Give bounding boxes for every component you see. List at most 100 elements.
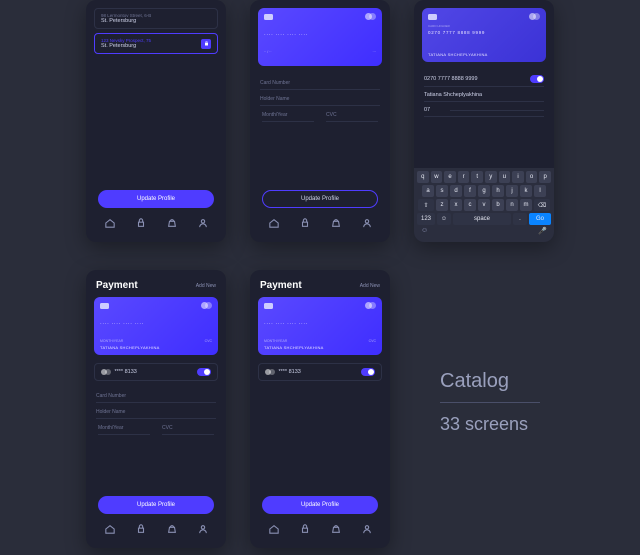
bag-icon[interactable] [331, 524, 341, 534]
key[interactable]: u [499, 171, 511, 183]
home-icon[interactable] [105, 218, 115, 228]
update-profile-button[interactable]: Update Profile [98, 190, 214, 208]
bag-icon[interactable] [331, 218, 341, 228]
add-new-button[interactable]: Add New [360, 283, 380, 289]
saved-card-last4: **** 8133 [279, 369, 301, 375]
save-card-toggle[interactable] [530, 75, 544, 83]
saved-card-toggle[interactable] [361, 368, 375, 376]
key[interactable]: e [444, 171, 456, 183]
user-icon[interactable] [198, 218, 208, 228]
bag-icon[interactable] [167, 218, 177, 228]
key[interactable]: s [436, 185, 448, 197]
delete-address-button[interactable] [201, 39, 211, 49]
shift-key[interactable]: ⇧ [418, 199, 434, 211]
address-row[interactable]: 98 Lermontov Street, 6-B St. Petersburg [94, 8, 218, 29]
key[interactable]: k [520, 185, 532, 197]
key[interactable]: n [506, 199, 518, 211]
holder-name-input[interactable]: Holder Name [96, 403, 216, 419]
keyboard-row: a s d f g h j k l [417, 185, 551, 197]
key[interactable]: x [450, 199, 462, 211]
space-key[interactable]: space [453, 213, 511, 225]
key[interactable]: d [450, 185, 462, 197]
credit-card-preview: ···· ···· ···· ···· ·· / ····· [258, 8, 382, 66]
address-text: 123 Nevsky Prospect, 75 St. Petersburg [101, 38, 201, 49]
user-icon[interactable] [362, 218, 372, 228]
card-number-input[interactable]: Card Number [260, 74, 380, 90]
backspace-key[interactable]: ⌫ [534, 199, 550, 211]
card-holder-name: TATIANA SHCHEPLYAKHINA [100, 345, 212, 350]
key[interactable]: t [471, 171, 483, 183]
key[interactable]: h [492, 185, 504, 197]
keyboard-footer: ☺ 🎤 [417, 225, 551, 239]
screens-count-label: 33 screens [440, 414, 528, 435]
emoji-picker-icon[interactable]: ☺ [421, 227, 428, 235]
bottom-nav [94, 214, 218, 234]
card-holder-label: CARD HOLDER [428, 24, 450, 28]
key[interactable]: b [492, 199, 504, 211]
numbers-key[interactable]: 123 [417, 213, 435, 225]
card-labels: ·· / ····· [264, 50, 376, 54]
bag-icon[interactable] [167, 524, 177, 534]
holder-name-field[interactable]: Tatiana Shcheplyakhina [424, 87, 544, 102]
address-row-selected[interactable]: 123 Nevsky Prospect, 75 St. Petersburg [94, 33, 218, 54]
key[interactable]: g [478, 185, 490, 197]
emoji-key[interactable]: ☺ [437, 213, 451, 225]
update-profile-button[interactable]: Update Profile [98, 496, 214, 514]
cvc-input[interactable]: CVC [162, 419, 214, 435]
add-new-button[interactable]: Add New [196, 283, 216, 289]
key[interactable]: v [478, 199, 490, 211]
keyboard-row: ⇧ z x c v b n m ⌫ [417, 199, 551, 211]
lock-icon[interactable] [300, 218, 310, 228]
key[interactable]: l [534, 185, 546, 197]
mastercard-icon [101, 369, 111, 375]
card-number: 0270 7777 8888 9999 [428, 30, 540, 35]
exp-fields[interactable]: 07 [424, 102, 544, 117]
key[interactable]: p [539, 171, 551, 183]
update-profile-button[interactable]: Update Profile [262, 190, 378, 208]
screen-address: 98 Lermontov Street, 6-B St. Petersburg … [86, 0, 226, 242]
screen-card-form-empty: ···· ···· ···· ···· ·· / ····· Card Numb… [250, 0, 390, 242]
card-holder-name: TATIANA SHCHEPLYAKHINA [428, 52, 540, 57]
dot-key[interactable]: . [513, 213, 527, 225]
holder-name-input[interactable]: Holder Name [260, 90, 380, 106]
key[interactable]: r [458, 171, 470, 183]
month-year-input[interactable]: Month/Year [262, 106, 314, 122]
card-number-masked: ···· ···· ···· ···· [264, 321, 376, 327]
month-year-input[interactable]: Month/Year [98, 419, 150, 435]
key[interactable]: i [512, 171, 524, 183]
key[interactable]: y [485, 171, 497, 183]
keyboard: q w e r t y u i o p a s d f g h j k l ⇧ … [414, 168, 554, 242]
card-number-input[interactable]: Card Number [96, 387, 216, 403]
card-number-masked: ···· ···· ···· ···· [100, 321, 212, 327]
key[interactable]: f [464, 185, 476, 197]
go-key[interactable]: Go [529, 213, 551, 225]
card-number-field[interactable]: 0270 7777 8888 9999 [424, 70, 544, 87]
lock-icon[interactable] [300, 524, 310, 534]
user-icon[interactable] [198, 524, 208, 534]
saved-card-toggle[interactable] [197, 368, 211, 376]
lock-icon[interactable] [136, 524, 146, 534]
saved-card-row[interactable]: **** 8133 [258, 363, 382, 381]
update-profile-button[interactable]: Update Profile [262, 496, 378, 514]
home-icon[interactable] [269, 524, 279, 534]
key[interactable]: o [526, 171, 538, 183]
bottom-nav [258, 520, 382, 540]
chip-icon [264, 14, 273, 20]
saved-card-row[interactable]: **** 8133 [94, 363, 218, 381]
home-icon[interactable] [105, 524, 115, 534]
user-icon[interactable] [362, 524, 372, 534]
bottom-nav [94, 520, 218, 540]
key[interactable]: q [417, 171, 429, 183]
key[interactable]: z [436, 199, 448, 211]
screen-card-keyboard: CARD HOLDER 0270 7777 8888 9999 TATIANA … [414, 0, 554, 242]
mic-icon[interactable]: 🎤 [538, 227, 547, 235]
key[interactable]: m [520, 199, 532, 211]
key[interactable]: a [422, 185, 434, 197]
key[interactable]: w [431, 171, 443, 183]
chip-icon [100, 303, 109, 309]
lock-icon[interactable] [136, 218, 146, 228]
cvc-input[interactable]: CVC [326, 106, 378, 122]
key[interactable]: c [464, 199, 476, 211]
home-icon[interactable] [269, 218, 279, 228]
key[interactable]: j [506, 185, 518, 197]
